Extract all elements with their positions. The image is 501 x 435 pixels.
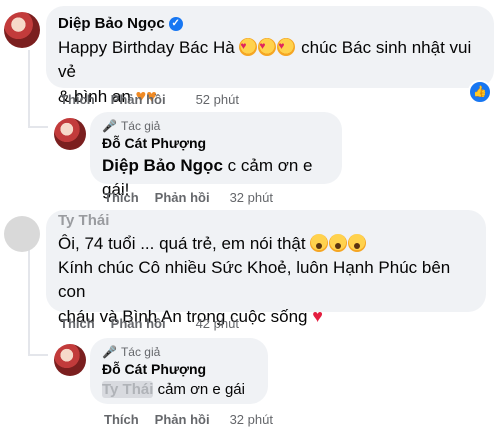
author-tag: 🎤 Tác giả	[102, 119, 161, 133]
avatar[interactable]	[4, 216, 40, 252]
astonished-emoji-icon	[310, 234, 329, 252]
reply-button[interactable]: Phản hồi	[155, 412, 210, 427]
reply-button[interactable]: Phản hồi	[111, 92, 166, 107]
like-button[interactable]: Thích	[104, 412, 139, 427]
comment-author[interactable]: Diệp Bảo Ngọc ✓	[58, 14, 482, 34]
comment-actions: Thích Phản hồi 52 phút	[60, 92, 239, 107]
astonished-emoji-icon	[348, 234, 367, 252]
reply-button[interactable]: Phản hồi	[155, 190, 210, 205]
thread-line	[28, 354, 48, 356]
author-name[interactable]: Diệp Bảo Ngọc	[58, 14, 165, 34]
smiling-hearts-emoji-icon	[277, 35, 296, 59]
timestamp[interactable]: 42 phút	[196, 316, 239, 331]
verified-icon: ✓	[168, 17, 183, 31]
mention-link[interactable]: Diệp Bảo Ngọc	[102, 156, 223, 175]
reply-bubble: 🎤 Tác giả Đỗ Cát Phượng Diệp Bảo Ngọc c …	[90, 112, 342, 199]
avatar[interactable]	[4, 12, 40, 48]
like-button[interactable]: Thích	[60, 316, 95, 331]
author-tag: 🎤 Tác giả	[102, 345, 161, 359]
thread-line	[28, 126, 48, 128]
comment-author[interactable]: Ty Thái	[58, 214, 474, 228]
smiling-hearts-emoji-icon	[258, 35, 277, 59]
reply-button[interactable]: Phản hồi	[111, 316, 166, 331]
timestamp[interactable]: 52 phút	[196, 92, 239, 107]
smiling-hearts-emoji-icon	[239, 35, 258, 59]
comment-text-line2: Kính chúc Cô nhiều Sức Khoẻ, luôn Hạnh P…	[58, 258, 451, 301]
like-button[interactable]: Thích	[104, 190, 139, 205]
reply-bubble: 🎤 Tác giả Đỗ Cát Phượng Ty Thái cảm ơn e…	[90, 338, 268, 404]
comment-text: Happy Birthday Bác Hà chúc Bác sinh nhật…	[58, 35, 482, 84]
reply-text: Ty Thái cảm ơn e gái	[102, 381, 245, 398]
comment-text-line1: Ôi, 74 tuổi ... quá trẻ, em nói thật	[58, 232, 474, 256]
red-heart-icon: ♥	[312, 306, 323, 326]
mention-link[interactable]: Ty Thái	[102, 381, 154, 398]
like-button[interactable]: Thích	[60, 92, 95, 107]
reply-actions: Thích Phản hồi 32 phút	[104, 190, 273, 205]
astonished-emoji-icon	[329, 234, 348, 252]
reply-author[interactable]: Đỗ Cát Phượng	[102, 360, 256, 378]
comment-bubble: Diệp Bảo Ngọc ✓ Happy Birthday Bác Hà ch…	[46, 6, 494, 106]
timestamp[interactable]: 32 phút	[230, 190, 273, 205]
microphone-icon: 🎤	[102, 345, 117, 359]
avatar[interactable]	[54, 118, 86, 150]
avatar[interactable]	[54, 344, 86, 376]
thread-line	[28, 50, 30, 128]
timestamp[interactable]: 32 phút	[230, 412, 273, 427]
reply-actions: Thích Phản hồi 32 phút	[104, 412, 273, 427]
thread-line	[28, 238, 30, 356]
microphone-icon: 🎤	[102, 119, 117, 133]
comment-bubble: Ty Thái Ôi, 74 tuổi ... quá trẻ, em nói …	[46, 210, 486, 326]
comment-actions: Thích Phản hồi 42 phút	[60, 316, 239, 331]
reply-author[interactable]: Đỗ Cát Phượng	[102, 134, 330, 152]
like-reaction-icon[interactable]: 👍	[468, 80, 492, 104]
